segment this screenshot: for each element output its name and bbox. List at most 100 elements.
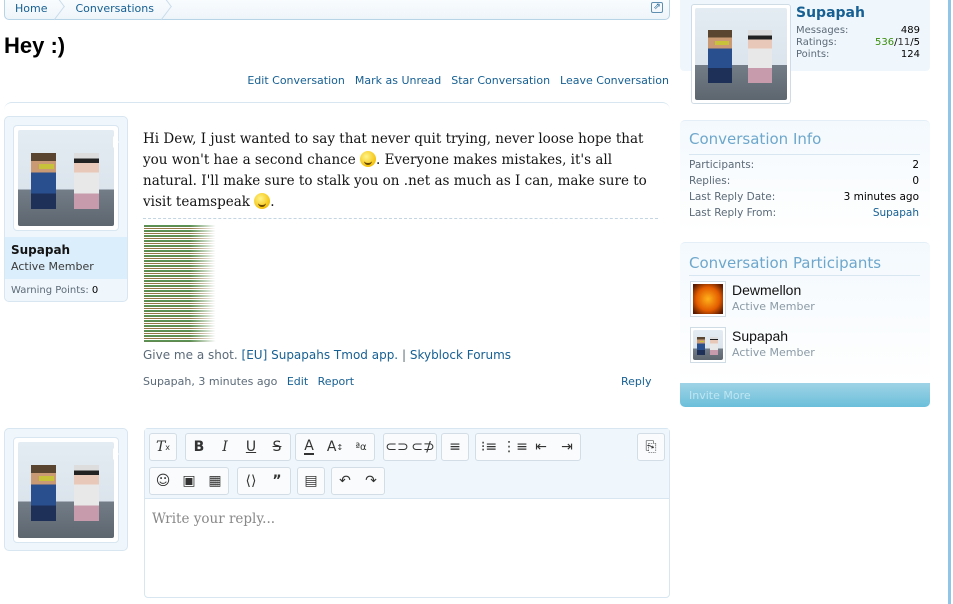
reply-textarea[interactable]: Write your reply... [152,511,275,527]
toolbar-group-save: ▤ [297,467,325,495]
unlink-icon[interactable]: ⊂⊅ [410,434,436,460]
switch-mode-icon[interactable]: ⎘ [638,434,664,460]
toolbar-group-clear: Tx [149,433,177,461]
bold-icon[interactable]: B [186,434,212,460]
warning-points-value: 0 [91,285,99,296]
underline-icon[interactable]: U [238,434,264,460]
signature-link-tmod[interactable]: [EU] Supapahs Tmod app. [242,348,399,362]
participant-name[interactable]: Supapah [732,328,788,344]
toolbar-group-insert: ⟨⟩ ” [237,467,291,495]
quick-reply-editor: Tx B I U S A A↕ ªα ⊂⊃ ⊂⊅ ≡ ⁝≡ ⋮≡ ⇤ ⇥ ⎘ [144,428,670,598]
warning-points: Warning Points: 0 [11,285,98,296]
mark-unread-link[interactable]: Mark as Unread [355,74,441,87]
quick-reply-user-info [4,428,128,551]
participants-label: Participants: [689,159,755,171]
page-title: Hey :) [4,33,66,58]
message-author-name[interactable]: Supapah [11,243,70,257]
messages-label: Messages: [796,25,849,36]
last-reply-from-label: Last Reply From: [689,207,777,219]
avatar-image [18,442,114,538]
participant-avatar[interactable] [690,327,726,363]
toolbar-group-mode: ⎘ [637,433,665,461]
toolbar-group-media: ☺ ▣ ▦ [149,467,229,495]
ratings-positive: 536 [875,37,895,48]
numbered-list-icon[interactable]: ⋮≡ [502,434,528,460]
breadcrumb-home[interactable]: Home [5,0,65,19]
signature-divider-char: | [401,348,406,362]
points-count: 124 [900,49,920,60]
conversation-info-heading: Conversation Info [689,130,822,148]
link-icon[interactable]: ⊂⊃ [384,434,410,460]
message-meta: Supapah, 3 minutes ago Edit Report [143,375,354,388]
code-icon[interactable]: ⟨⟩ [238,468,264,494]
strikethrough-icon[interactable]: S [264,434,290,460]
signature-link-skyblock[interactable]: Skyblock Forums [410,348,511,362]
toolbar-group-align: ≡ [441,433,469,461]
participant-role: Active Member [732,300,815,313]
page-right-border [948,0,951,604]
message-body: Hi Dew, I just wanted to say that never … [143,129,658,213]
signature-text: Give me a shot. [EU] Supapahs Tmod app. … [143,348,511,362]
info-replies: Replies: 0 [689,175,919,187]
breadcrumb-conversations[interactable]: Conversations [65,0,171,19]
italic-icon[interactable]: I [212,434,238,460]
signature-prefix: Give me a shot. [143,348,238,362]
participant-name[interactable]: Dewmellon [732,282,801,298]
reply-link[interactable]: Reply [621,375,651,388]
invite-more-button[interactable]: Invite More [680,383,930,407]
last-reply-date-label: Last Reply Date: [689,191,776,203]
text-color-icon[interactable]: A [296,434,322,460]
info-last-reply-from: Last Reply From: Supapah [689,207,919,219]
message-text-part3: . [270,194,275,210]
warning-points-label: Warning Points: [11,285,89,296]
avatar-image [18,130,114,226]
font-size-icon[interactable]: A ↕ [322,434,348,460]
last-reply-from-link[interactable]: Supapah [873,207,919,219]
avatar[interactable] [13,125,119,231]
ratings-neutral: 11 [897,37,911,48]
visitor-messages: Messages: 489 [796,25,920,36]
redo-icon[interactable]: ↷ [358,468,384,494]
message-byline[interactable]: Supapah, 3 minutes ago [143,375,277,388]
info-last-reply-date: Last Reply Date: 3 minutes ago [689,191,919,203]
toolbar-group-list: ⁝≡ ⋮≡ ⇤ ⇥ [475,433,581,461]
messages-count: 489 [900,25,920,36]
media-icon[interactable]: ▦ [202,468,228,494]
save-draft-icon[interactable]: ▤ [298,468,324,494]
smile-emoji-icon [254,193,271,209]
indent-icon[interactable]: ⇥ [554,434,580,460]
undo-icon[interactable]: ↶ [332,468,358,494]
last-reply-date: 3 minutes ago [843,191,919,203]
toolbar-group-style: B I U S [185,433,291,461]
outdent-icon[interactable]: ⇤ [528,434,554,460]
ratings-negative: 5 [913,37,920,48]
breadcrumb: Home Conversations ⇗ [4,0,670,20]
align-icon[interactable]: ≡ [442,434,468,460]
signature-divider [143,218,658,219]
points-label: Points: [796,49,830,60]
visitor-avatar[interactable] [691,4,791,104]
replies-count: 0 [912,175,919,187]
conversation-actions: Edit Conversation Mark as Unread Star Co… [247,74,669,87]
bullet-list-icon[interactable]: ⁝≡ [476,434,502,460]
smilies-icon[interactable]: ☺ [150,468,176,494]
star-conversation-link[interactable]: Star Conversation [451,74,550,87]
message-author-title: Active Member [11,260,94,273]
smile-emoji-icon [359,151,376,167]
edit-conversation-link[interactable]: Edit Conversation [247,74,345,87]
message-user-info: Supapah Active Member Warning Points: 0 [4,116,128,302]
participants-heading: Conversation Participants [689,254,882,272]
report-link[interactable]: Report [318,375,354,388]
edit-link[interactable]: Edit [287,375,308,388]
visitor-name[interactable]: Supapah [796,5,865,21]
quote-icon[interactable]: ” [264,468,290,494]
signature-image [144,224,220,342]
leave-conversation-link[interactable]: Leave Conversation [560,74,669,87]
participant-avatar[interactable] [690,281,726,317]
font-family-icon[interactable]: ªα [348,434,374,460]
replies-label: Replies: [689,175,731,187]
remove-format-icon[interactable]: Tx [150,434,176,460]
image-icon[interactable]: ▣ [176,468,202,494]
avatar[interactable] [13,437,119,543]
external-link-icon[interactable]: ⇗ [651,2,663,13]
